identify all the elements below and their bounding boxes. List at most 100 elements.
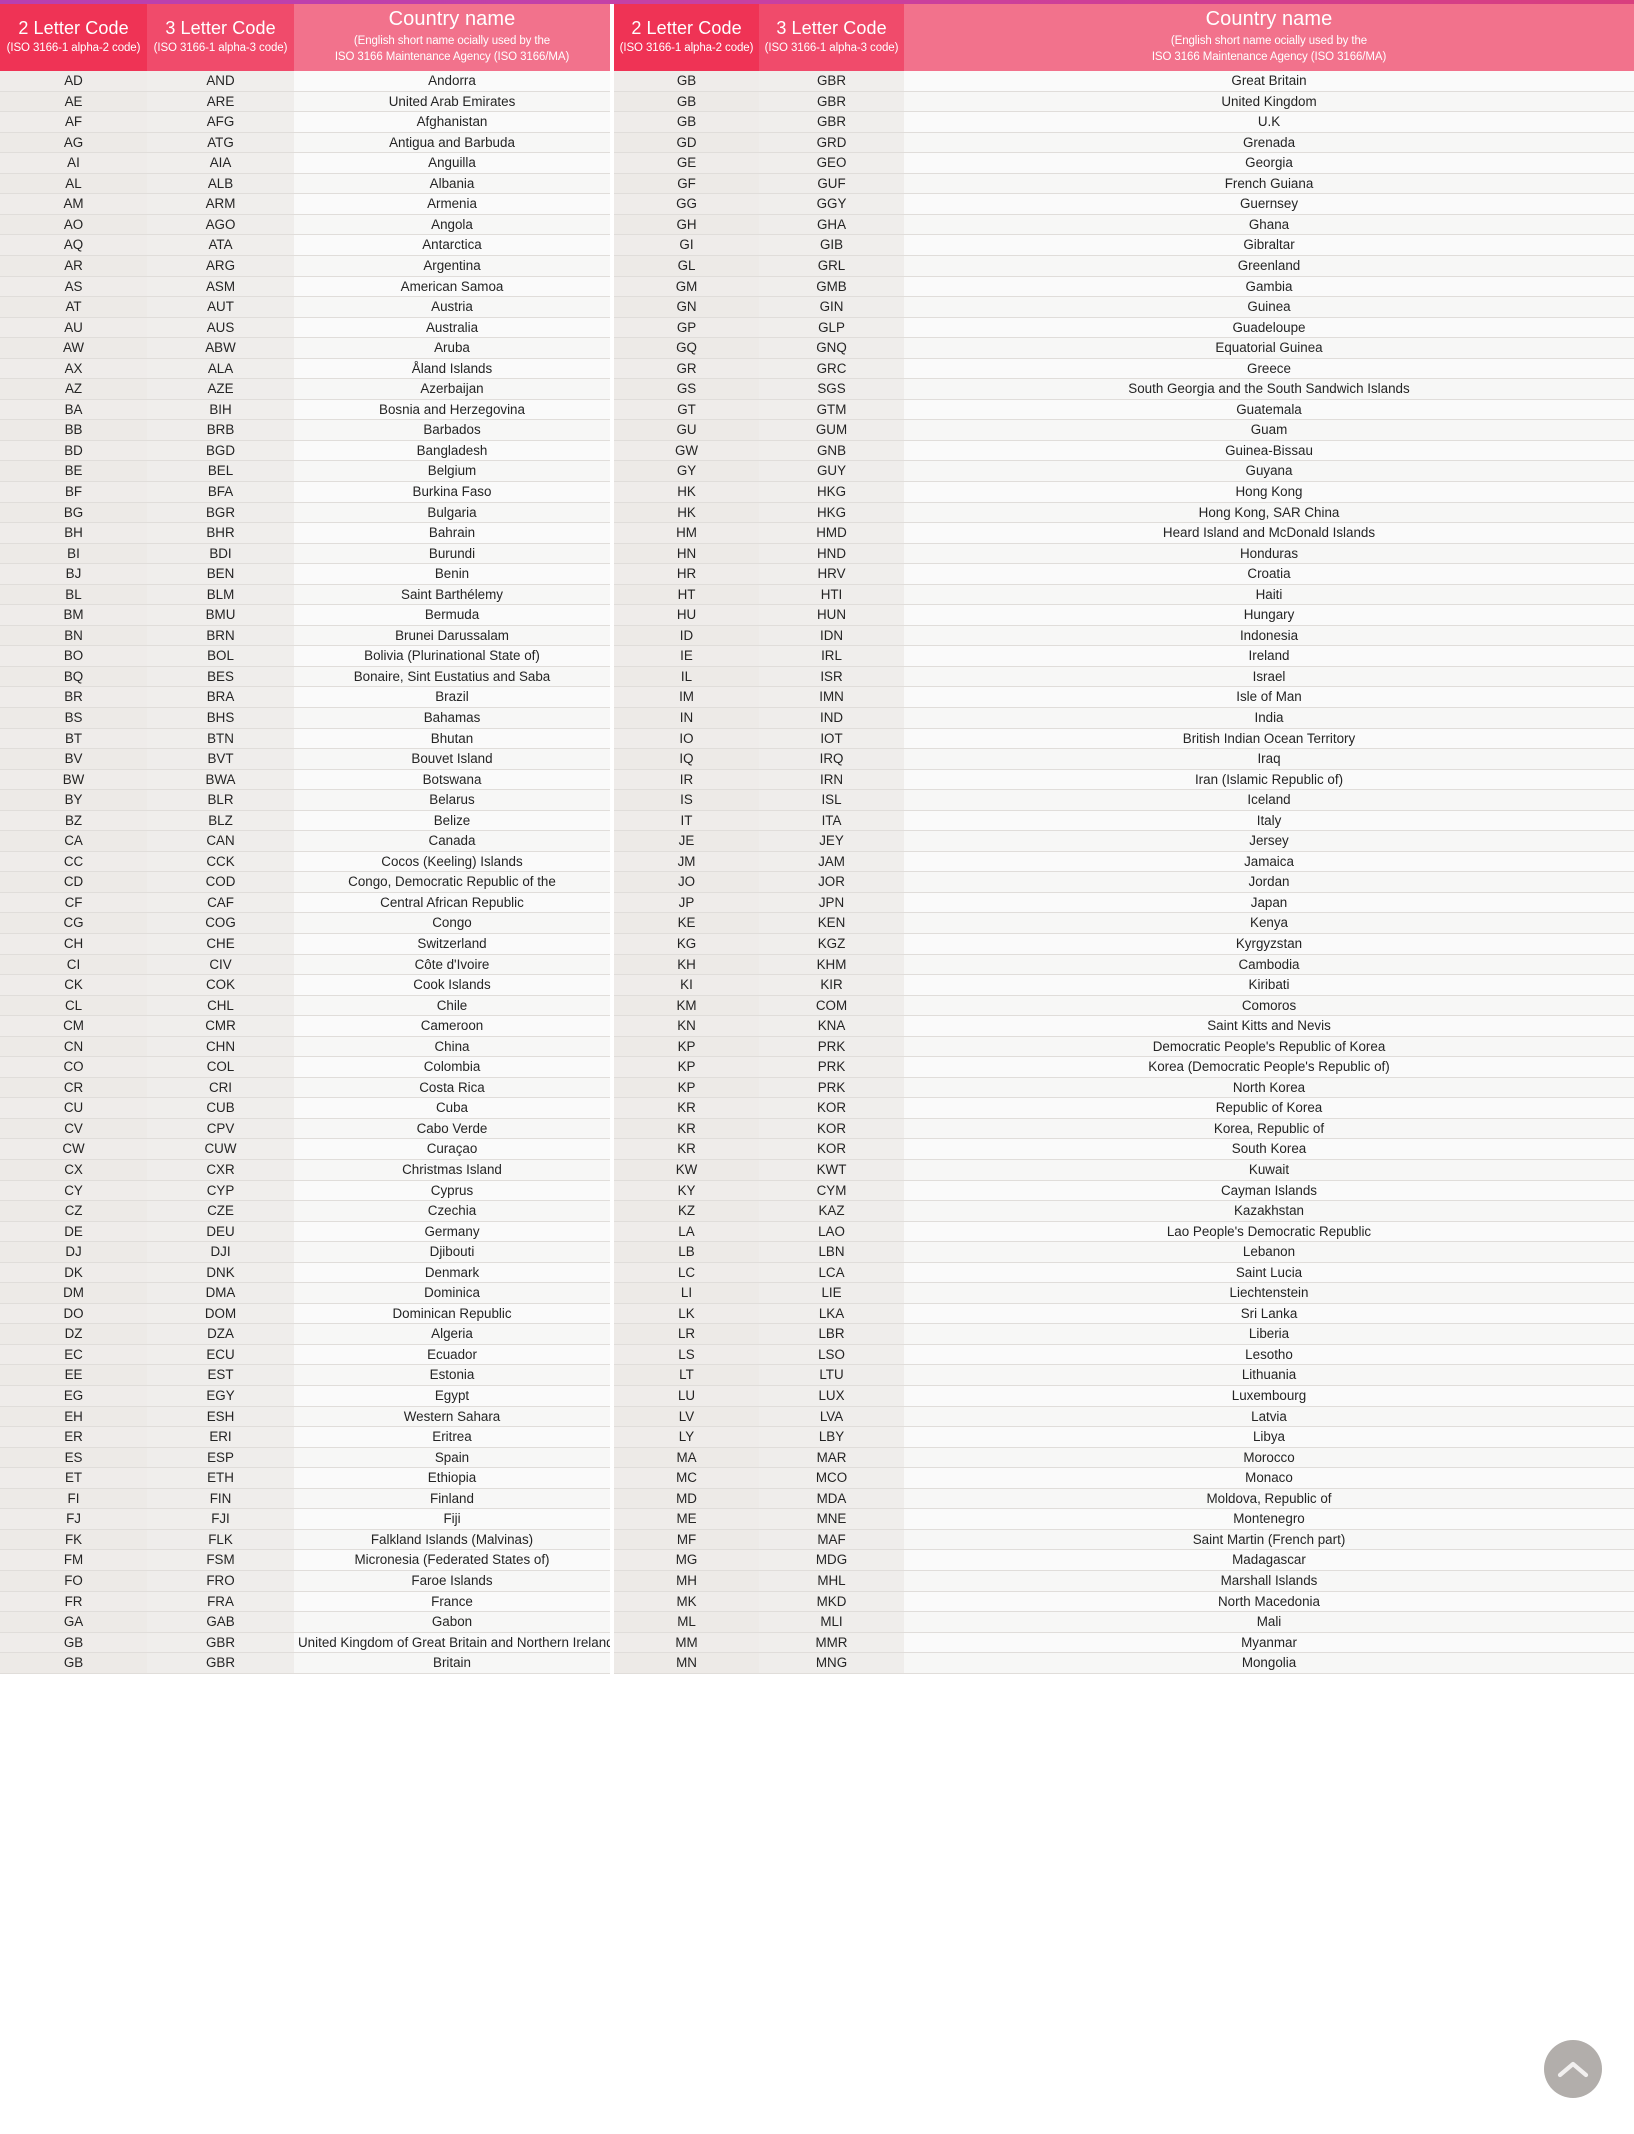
cell-3-letter-code: MKD xyxy=(759,1591,904,1613)
scroll-to-top-button[interactable] xyxy=(1544,2040,1602,2098)
table-row: CC CCK Cocos (Keeling) Islands xyxy=(0,851,610,873)
cell-country-name: Guam xyxy=(904,419,1634,441)
table-row: CY CYP Cyprus xyxy=(0,1180,610,1202)
cell-2-letter-code: CW xyxy=(0,1138,147,1161)
cell-country-name: Korea, Republic of xyxy=(904,1118,1634,1140)
header-sub-country-name-line1: (English short name ocially used by the xyxy=(1170,34,1368,47)
cell-country-name: Libya xyxy=(904,1426,1634,1448)
cell-2-letter-code: BE xyxy=(0,460,147,482)
table-row: GE GEO Georgia xyxy=(614,152,1634,174)
cell-country-name: British Indian Ocean Territory xyxy=(904,728,1634,750)
cell-2-letter-code: CH xyxy=(0,933,147,955)
table-row: GB GBR Great Britain xyxy=(614,71,1634,92)
table-row: GW GNB Guinea-Bissau xyxy=(614,440,1634,462)
cell-country-name: Guinea xyxy=(904,296,1634,318)
cell-2-letter-code: BO xyxy=(0,645,147,667)
table-row: CU CUB Cuba xyxy=(0,1097,610,1119)
cell-2-letter-code: MN xyxy=(614,1652,759,1674)
cell-country-name: North Korea xyxy=(904,1077,1634,1099)
cell-2-letter-code: LK xyxy=(614,1303,759,1325)
cell-3-letter-code: BOL xyxy=(147,645,294,667)
table-row: JO JOR Jordan xyxy=(614,871,1634,893)
cell-country-name: Dominica xyxy=(294,1282,610,1304)
header-title-country-name: Country name xyxy=(1205,8,1333,30)
cell-country-name: Comoros xyxy=(904,995,1634,1017)
cell-country-name: Costa Rica xyxy=(294,1077,610,1099)
cell-3-letter-code: BLZ xyxy=(147,810,294,832)
cell-3-letter-code: CYP xyxy=(147,1180,294,1202)
cell-country-name: Iceland xyxy=(904,789,1634,811)
cell-country-name: Switzerland xyxy=(294,933,610,955)
cell-2-letter-code: KZ xyxy=(614,1200,759,1222)
cell-country-name: Canada xyxy=(294,830,610,852)
cell-country-name: India xyxy=(904,707,1634,729)
cell-2-letter-code: ID xyxy=(614,625,759,647)
cell-2-letter-code: GR xyxy=(614,358,759,380)
cell-2-letter-code: DE xyxy=(0,1221,147,1243)
cell-3-letter-code: DJI xyxy=(147,1241,294,1263)
cell-country-name: Korea (Democratic People's Republic of) xyxy=(904,1056,1634,1078)
cell-2-letter-code: IO xyxy=(614,728,759,750)
cell-2-letter-code: HT xyxy=(614,584,759,606)
header-cell-country-name: Country name (English short name ocially… xyxy=(904,4,1634,72)
table-row: KN KNA Saint Kitts and Nevis xyxy=(614,1015,1634,1037)
cell-2-letter-code: BS xyxy=(0,707,147,729)
cell-2-letter-code: LS xyxy=(614,1344,759,1366)
table-row: AZ AZE Azerbaijan xyxy=(0,378,610,400)
header-sub-country-name-line2: ISO 3166 Maintenance Agency (ISO 3166/MA… xyxy=(334,51,570,64)
cell-2-letter-code: GD xyxy=(614,132,759,154)
cell-country-name: Luxembourg xyxy=(904,1385,1634,1407)
cell-country-name: Botswana xyxy=(294,769,610,791)
table-row: CW CUW Curaçao xyxy=(0,1138,610,1161)
cell-3-letter-code: BRA xyxy=(147,686,294,708)
cell-country-name: Myanmar xyxy=(904,1632,1634,1654)
cell-2-letter-code: KM xyxy=(614,995,759,1017)
iso-table-left: 2 Letter Code (ISO 3166-1 alpha-2 code) … xyxy=(0,4,610,1674)
cell-3-letter-code: AUS xyxy=(147,317,294,339)
table-row: FR FRA France xyxy=(0,1591,610,1613)
cell-country-name: Falkland Islands (Malvinas) xyxy=(294,1529,610,1551)
table-row: LT LTU Lithuania xyxy=(614,1364,1634,1387)
header-sub-2-letter-code: (ISO 3166-1 alpha-2 code) xyxy=(6,41,141,54)
cell-country-name: Central African Republic xyxy=(294,892,610,914)
cell-3-letter-code: GGY xyxy=(759,193,904,215)
cell-country-name: Democratic People's Republic of Korea xyxy=(904,1036,1634,1058)
cell-2-letter-code: BY xyxy=(0,789,147,811)
cell-2-letter-code: KR xyxy=(614,1097,759,1119)
cell-2-letter-code: GH xyxy=(614,214,759,236)
cell-country-name: Saint Barthélemy xyxy=(294,584,610,606)
cell-2-letter-code: BN xyxy=(0,625,147,647)
cell-2-letter-code: JE xyxy=(614,830,759,852)
header-title-2-letter-code: 2 Letter Code xyxy=(631,17,742,38)
cell-2-letter-code: GA xyxy=(0,1611,147,1633)
cell-3-letter-code: BLM xyxy=(147,584,294,606)
cell-2-letter-code: IR xyxy=(614,769,759,791)
cell-2-letter-code: CI xyxy=(0,954,147,976)
cell-2-letter-code: AR xyxy=(0,255,147,277)
table-row: KP PRK North Korea xyxy=(614,1077,1634,1099)
table-row: LR LBR Liberia xyxy=(614,1323,1634,1345)
cell-3-letter-code: FLK xyxy=(147,1529,294,1551)
cell-3-letter-code: ABW xyxy=(147,337,294,359)
cell-3-letter-code: COL xyxy=(147,1056,294,1078)
cell-3-letter-code: BEL xyxy=(147,460,294,482)
cell-country-name: Lithuania xyxy=(904,1364,1634,1387)
cell-2-letter-code: ML xyxy=(614,1611,759,1633)
iso-table-right: 2 Letter Code (ISO 3166-1 alpha-2 code) … xyxy=(614,4,1634,1674)
table-row: JP JPN Japan xyxy=(614,892,1634,914)
cell-2-letter-code: KI xyxy=(614,974,759,996)
cell-country-name: Kiribati xyxy=(904,974,1634,996)
cell-3-letter-code: ARG xyxy=(147,255,294,277)
left-table-wrapper: 2 Letter Code (ISO 3166-1 alpha-2 code) … xyxy=(0,4,610,1674)
table-row: KZ KAZ Kazakhstan xyxy=(614,1200,1634,1222)
cell-2-letter-code: MA xyxy=(614,1447,759,1469)
table-row: KP PRK Democratic People's Republic of Kor… xyxy=(614,1036,1634,1058)
cell-country-name: Marshall Islands xyxy=(904,1570,1634,1592)
cell-2-letter-code: EE xyxy=(0,1364,147,1387)
table-row: BT BTN Bhutan xyxy=(0,728,610,750)
cell-2-letter-code: MM xyxy=(614,1632,759,1654)
cell-3-letter-code: HTI xyxy=(759,584,904,606)
header-cell-3-letter-code: 3 Letter Code (ISO 3166-1 alpha-3 code) xyxy=(759,4,904,72)
cell-2-letter-code: IS xyxy=(614,789,759,811)
cell-country-name: Afghanistan xyxy=(294,111,610,133)
